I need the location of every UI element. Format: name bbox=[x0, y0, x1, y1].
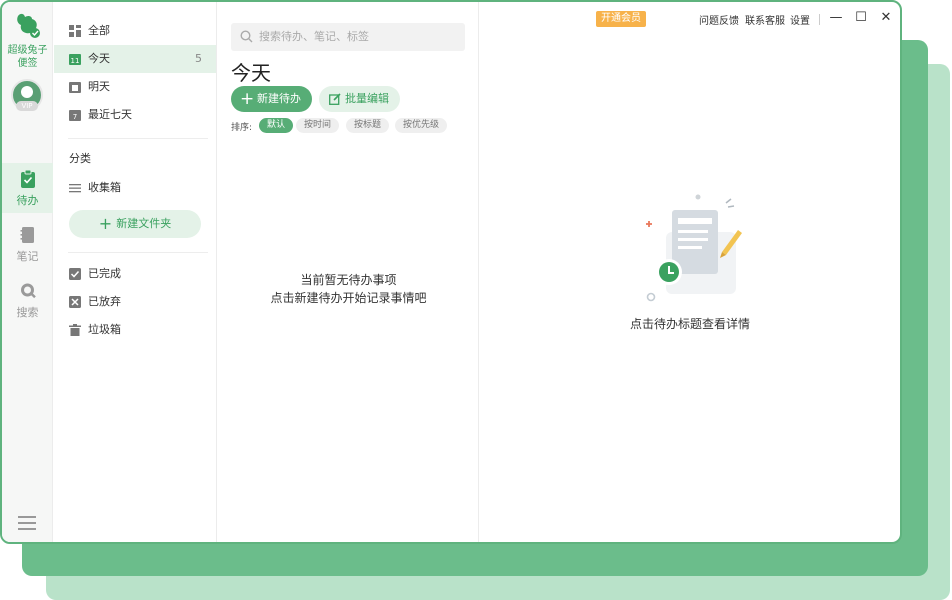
settings-link[interactable]: 设置 bbox=[790, 12, 810, 27]
batch-edit-label: 批量编辑 bbox=[345, 92, 389, 105]
trash-icon bbox=[69, 324, 81, 336]
nav-item-trash-label: 垃圾箱 bbox=[88, 323, 121, 336]
nav-item-all-label: 全部 bbox=[88, 24, 110, 37]
feedback-link[interactable]: 问题反馈 bbox=[699, 12, 739, 27]
nav-item-inbox-label: 收集箱 bbox=[88, 181, 121, 194]
support-link[interactable]: 联系客服 bbox=[745, 12, 785, 27]
nav-item-tomorrow-label: 明天 bbox=[88, 80, 110, 93]
nav-divider bbox=[68, 252, 208, 253]
detail-panel: 点击待办标题查看详情 bbox=[480, 2, 900, 542]
close-icon[interactable]: ✕ bbox=[879, 11, 893, 25]
menu-line bbox=[18, 528, 36, 530]
menu-line bbox=[18, 522, 36, 524]
new-todo-label: 新建待办 bbox=[257, 92, 301, 105]
rail-item-notes-label: 笔记 bbox=[16, 250, 39, 263]
titlebar-separator bbox=[819, 14, 820, 25]
menu-line bbox=[18, 516, 36, 518]
checkbox-x-icon bbox=[69, 296, 81, 308]
edit-icon bbox=[329, 93, 341, 105]
app-window: 超级兔子 便签 VIP 待办 笔记 搜索 全部 11 今天 5 明天 7 最近七… bbox=[0, 0, 902, 544]
nav-item-trash[interactable]: 垃圾箱 bbox=[54, 316, 216, 344]
nav-item-all[interactable]: 全部 bbox=[54, 17, 216, 45]
maximize-icon[interactable]: ☐ bbox=[854, 11, 868, 25]
new-todo-button[interactable]: + 新建待办 bbox=[231, 86, 312, 112]
sort-label: 排序: bbox=[231, 123, 253, 133]
hamburger-menu-icon[interactable] bbox=[18, 516, 36, 530]
nav-item-done-label: 已完成 bbox=[88, 267, 121, 280]
left-rail: 超级兔子 便签 VIP 待办 笔记 搜索 bbox=[2, 2, 53, 542]
nav-item-done[interactable]: 已完成 bbox=[54, 260, 216, 288]
nav-item-abandoned-label: 已放弃 bbox=[88, 295, 121, 308]
nav-divider bbox=[68, 138, 208, 139]
search-icon bbox=[240, 30, 253, 43]
list-icon bbox=[69, 184, 81, 193]
brand-name: 超级兔子 便签 bbox=[2, 44, 53, 70]
calendar-week-icon: 7 bbox=[69, 110, 81, 121]
member-upgrade-button[interactable]: 开通会员 bbox=[596, 11, 646, 27]
nav-item-abandoned[interactable]: 已放弃 bbox=[54, 288, 216, 316]
nav-item-today[interactable]: 11 今天 5 bbox=[54, 45, 216, 73]
empty-document-illustration-icon bbox=[646, 194, 742, 302]
app-stage: 超级兔子 便签 VIP 待办 笔记 搜索 全部 11 今天 5 明天 7 最近七… bbox=[0, 0, 952, 600]
vip-badge: VIP bbox=[16, 101, 38, 111]
search-icon bbox=[20, 283, 36, 299]
today-count-badge: 5 bbox=[195, 52, 202, 65]
rail-item-search-label: 搜索 bbox=[16, 306, 39, 319]
detail-empty-text: 点击待办标题查看详情 bbox=[629, 317, 750, 331]
minimize-icon[interactable]: — bbox=[829, 11, 843, 25]
nav-item-tomorrow[interactable]: 明天 bbox=[54, 73, 216, 101]
rail-item-search[interactable]: 搜索 bbox=[2, 275, 53, 325]
category-nav: 全部 11 今天 5 明天 7 最近七天 分类 收集箱 + 新建文件夹 已完成 … bbox=[54, 2, 217, 542]
search-input[interactable]: 搜索待办、笔记、标签 bbox=[231, 23, 465, 51]
empty-message-line1: 当前暂无待办事项 bbox=[300, 273, 397, 287]
svg-text:7: 7 bbox=[73, 113, 77, 121]
rail-item-todo-label: 待办 bbox=[16, 194, 39, 207]
rail-item-todo[interactable]: 待办 bbox=[2, 163, 53, 213]
category-section-title: 分类 bbox=[69, 152, 91, 165]
batch-edit-button[interactable]: 批量编辑 bbox=[319, 86, 400, 112]
nav-item-today-label: 今天 bbox=[88, 52, 110, 65]
sort-default-pill[interactable]: 默认 bbox=[259, 118, 294, 133]
nav-item-week[interactable]: 7 最近七天 bbox=[54, 101, 216, 129]
nav-item-week-label: 最近七天 bbox=[88, 108, 132, 121]
page-title: 今天 bbox=[231, 61, 271, 85]
new-folder-button[interactable]: + 新建文件夹 bbox=[69, 210, 201, 238]
calendar-tomorrow-icon bbox=[69, 82, 81, 93]
checkbox-checked-icon bbox=[69, 268, 81, 280]
plus-icon: + bbox=[240, 89, 255, 109]
grid-icon bbox=[69, 25, 81, 37]
clipboard-icon bbox=[20, 169, 35, 188]
brand-line2: 便签 bbox=[17, 58, 38, 69]
empty-message-line2: 点击新建待办开始记录事情吧 bbox=[270, 291, 427, 305]
search-placeholder: 搜索待办、笔记、标签 bbox=[259, 30, 369, 43]
new-folder-label: 新建文件夹 bbox=[116, 217, 172, 230]
sort-time-pill[interactable]: 按时间 bbox=[296, 118, 340, 133]
sort-priority-pill[interactable]: 按优先级 bbox=[395, 118, 448, 133]
rabbit-logo-icon bbox=[17, 13, 40, 38]
sort-title-pill[interactable]: 按标题 bbox=[346, 118, 390, 133]
brand-line1: 超级兔子 bbox=[7, 45, 48, 56]
svg-text:11: 11 bbox=[71, 57, 80, 65]
rail-item-notes[interactable]: 笔记 bbox=[2, 219, 53, 269]
todo-list-panel: 搜索待办、笔记、标签 今天 + 新建待办 批量编辑 排序: 默认 按时间 按标题… bbox=[218, 2, 479, 542]
nav-item-inbox[interactable]: 收集箱 bbox=[54, 174, 216, 202]
notebook-icon bbox=[20, 227, 34, 243]
calendar-today-icon: 11 bbox=[69, 54, 81, 65]
plus-icon: + bbox=[98, 214, 113, 233]
